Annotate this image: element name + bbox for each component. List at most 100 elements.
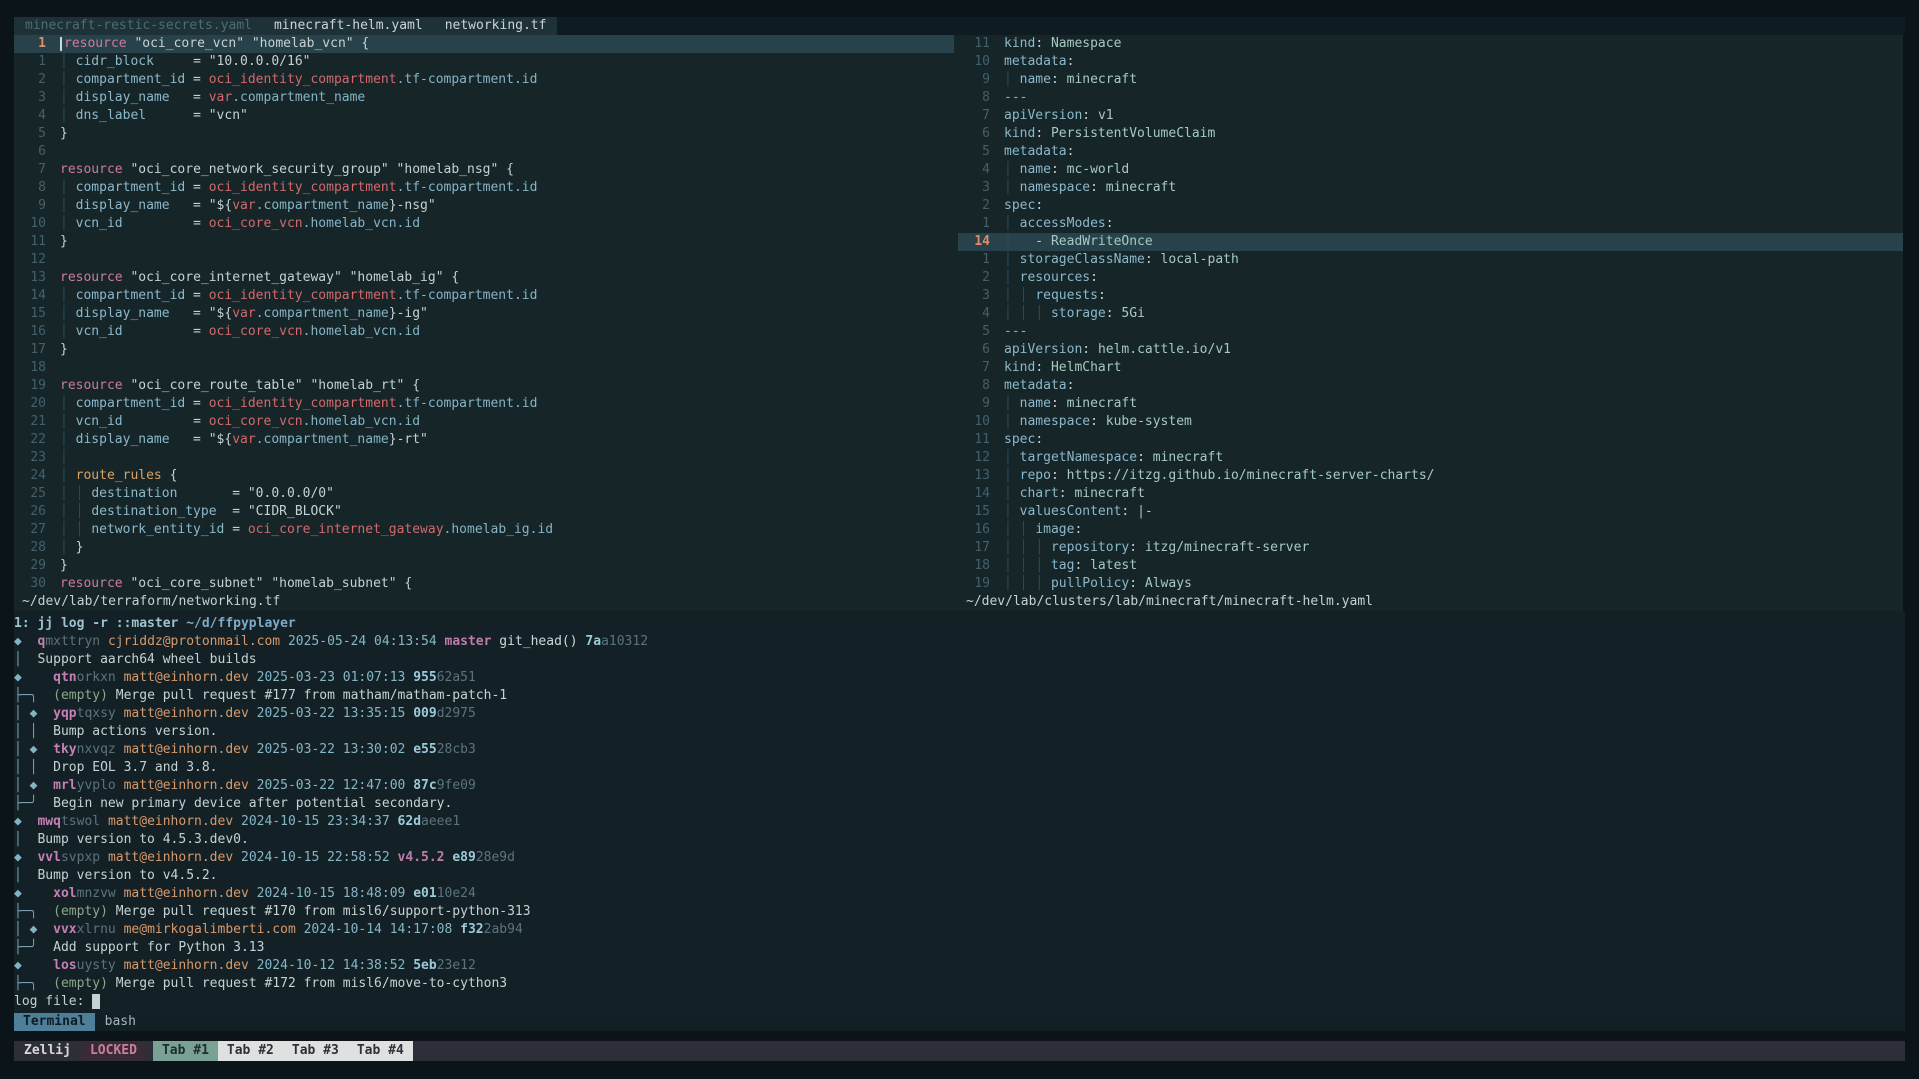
code-line: 2│ compartment_id = oci_identity_compart…	[14, 71, 954, 89]
line-number: 14	[958, 485, 990, 503]
line-number: 10	[14, 215, 46, 233]
line-number: 1	[958, 251, 990, 269]
code-line: 6kind: PersistentVolumeClaim	[958, 125, 1903, 143]
code-line: 25│ │ destination = "0.0.0.0/0"	[14, 485, 954, 503]
line-number: 13	[14, 269, 46, 287]
line-number: 6	[958, 125, 990, 143]
code-line: 3│ display_name = var.compartment_name	[14, 89, 954, 107]
buffer-tab-networking-tf[interactable]: networking.tf	[434, 17, 558, 35]
log-line: ├─╮ (empty) Merge pull request #170 from…	[14, 903, 1905, 921]
editor-pane-networking-tf[interactable]: 1resource "oci_core_vcn" "homelab_vcn" {…	[14, 35, 954, 611]
line-number: 11	[958, 35, 990, 53]
line-number: 3	[958, 179, 990, 197]
code-line: 11spec:	[958, 431, 1903, 449]
code-line: 7kind: HelmChart	[958, 359, 1903, 377]
line-number: 23	[14, 449, 46, 467]
line-number: 13	[958, 467, 990, 485]
line-number: 6	[958, 341, 990, 359]
zellij-status-bar: Zellij LOCKED Tab #1 Tab #2 Tab #3 Tab #…	[14, 1041, 1905, 1061]
code-line: 10│ vcn_id = oci_core_vcn.homelab_vcn.id	[14, 215, 954, 233]
code-line: 18│ │ │ tag: latest	[958, 557, 1903, 575]
line-number: 12	[14, 251, 46, 269]
log-line: ├─╮ (empty) Merge pull request #177 from…	[14, 687, 1905, 705]
code-line: 21│ vcn_id = oci_core_vcn.homelab_vcn.id	[14, 413, 954, 431]
terraform-code: 1resource "oci_core_vcn" "homelab_vcn" {…	[14, 35, 954, 593]
line-number: 12	[958, 449, 990, 467]
zellij-tab-2[interactable]: Tab #2	[218, 1041, 283, 1061]
buffer-tab-minecraft-restic-secrets[interactable]: minecraft-restic-secrets.yaml	[14, 17, 263, 35]
line-number: 21	[14, 413, 46, 431]
terminal-window-chip[interactable]: Terminal	[14, 1013, 95, 1031]
line-number: 26	[14, 503, 46, 521]
statusline-left-path: ~/dev/lab/terraform/networking.tf	[14, 593, 954, 611]
jj-log-cwd: ~/d/ffpyplayer	[186, 616, 296, 631]
code-line: 24│ route_rules {	[14, 467, 954, 485]
line-number: 9	[958, 395, 990, 413]
terminal-cursor	[92, 994, 100, 1009]
zellij-tab-4[interactable]: Tab #4	[348, 1041, 413, 1061]
line-number: 27	[14, 521, 46, 539]
log-line: │ ◆ mrlyvplo matt@einhorn.dev 2025-03-22…	[14, 777, 1905, 795]
code-line: 13│ repo: https://itzg.github.io/minecra…	[958, 467, 1903, 485]
buffer-tabs: minecraft-restic-secrets.yaml minecraft-…	[14, 17, 557, 35]
code-line: 8metadata:	[958, 377, 1903, 395]
shell-prompt[interactable]: log file:	[14, 993, 1905, 1011]
line-number: 30	[14, 575, 46, 593]
code-line: 4│ name: mc-world	[958, 161, 1903, 179]
log-line: │ │ Bump actions version.	[14, 723, 1905, 741]
line-number: 8	[958, 377, 990, 395]
editor-pane-minecraft-helm[interactable]: 11kind: Namespace10metadata:9│ name: min…	[958, 35, 1903, 611]
code-line: 1│ storageClassName: local-path	[958, 251, 1903, 269]
line-number: 15	[958, 503, 990, 521]
line-number: 2	[958, 197, 990, 215]
line-number: 7	[14, 161, 46, 179]
line-number: 25	[14, 485, 46, 503]
line-number: 7	[958, 359, 990, 377]
line-number: 18	[958, 557, 990, 575]
line-number: 1	[14, 53, 46, 71]
line-number: 16	[958, 521, 990, 539]
line-number: 9	[958, 71, 990, 89]
log-line: │ Bump version to 4.5.3.dev0.	[14, 831, 1905, 849]
window-bar: Terminal bash	[14, 1013, 1905, 1031]
code-line: 3│ namespace: minecraft	[958, 179, 1903, 197]
code-line: 13resource "oci_core_internet_gateway" "…	[14, 269, 954, 287]
line-number: 14	[958, 233, 990, 251]
line-number: 1	[958, 215, 990, 233]
line-number: 5	[14, 125, 46, 143]
code-line: 3│ │ requests:	[958, 287, 1903, 305]
code-line: 19│ │ │ pullPolicy: Always	[958, 575, 1903, 593]
line-number: 9	[14, 197, 46, 215]
line-number: 24	[14, 467, 46, 485]
code-line: 12	[14, 251, 954, 269]
code-line: 1resource "oci_core_vcn" "homelab_vcn" {	[14, 35, 954, 53]
line-number: 18	[14, 359, 46, 377]
code-line: 18	[14, 359, 954, 377]
line-number: 19	[14, 377, 46, 395]
code-line: 14│ chart: minecraft	[958, 485, 1903, 503]
line-number: 4	[958, 161, 990, 179]
code-line: 8│ compartment_id = oci_identity_compart…	[14, 179, 954, 197]
log-line: │ ◆ tkynxvqz matt@einhorn.dev 2025-03-22…	[14, 741, 1905, 759]
code-line: 5metadata:	[958, 143, 1903, 161]
line-number: 17	[958, 539, 990, 557]
log-line: ◆ qtnorkxn matt@einhorn.dev 2025-03-23 0…	[14, 669, 1905, 687]
code-line: 2spec:	[958, 197, 1903, 215]
buffer-tab-minecraft-helm[interactable]: minecraft-helm.yaml	[263, 17, 434, 35]
code-line: 6	[14, 143, 954, 161]
zellij-tab-3[interactable]: Tab #3	[283, 1041, 348, 1061]
log-line: ◆ mwqtswol matt@einhorn.dev 2024-10-15 2…	[14, 813, 1905, 831]
log-line: ◆ vvlsvpxp matt@einhorn.dev 2024-10-15 2…	[14, 849, 1905, 867]
terminal-pane[interactable]: 1: jj log -r ::master ~/d/ffpyplayer ◆ q…	[14, 611, 1905, 1013]
editor-area: 1resource "oci_core_vcn" "homelab_vcn" {…	[14, 35, 1905, 611]
line-number: 5	[958, 143, 990, 161]
line-number: 22	[14, 431, 46, 449]
code-line: 29}	[14, 557, 954, 575]
log-line: ◆ xolmnzvw matt@einhorn.dev 2024-10-15 1…	[14, 885, 1905, 903]
line-number: 8	[14, 179, 46, 197]
code-line: 12│ targetNamespace: minecraft	[958, 449, 1903, 467]
code-line: 1│ cidr_block = "10.0.0.0/16"	[14, 53, 954, 71]
zellij-tab-1[interactable]: Tab #1	[153, 1041, 218, 1061]
code-line: 23│	[14, 449, 954, 467]
code-line: 1│ accessModes:	[958, 215, 1903, 233]
